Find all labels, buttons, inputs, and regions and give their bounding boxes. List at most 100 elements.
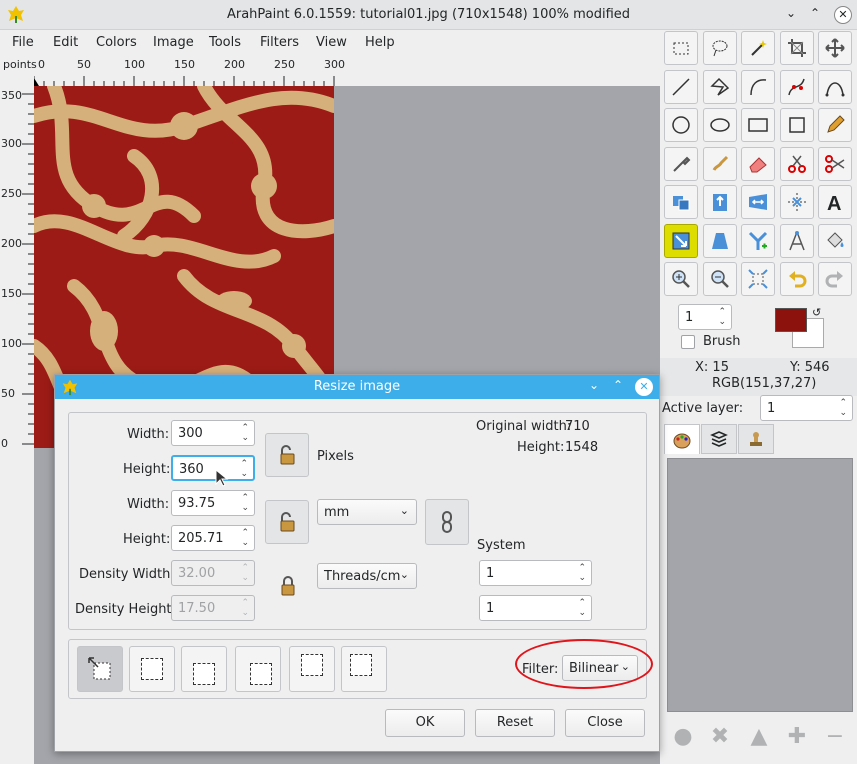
tool-redo-button[interactable] bbox=[818, 262, 852, 296]
dialog-close-icon[interactable]: ✕ bbox=[635, 378, 653, 396]
swap-colors-icon[interactable]: ↺ bbox=[812, 306, 821, 319]
layers-list[interactable] bbox=[667, 458, 853, 712]
anchor-top-button[interactable] bbox=[289, 646, 335, 692]
tab-stamp[interactable] bbox=[738, 424, 774, 454]
dialog-minimize-icon[interactable]: ⌄ bbox=[589, 378, 599, 392]
tool-path-button[interactable] bbox=[818, 69, 852, 104]
anchor-stretch-button[interactable] bbox=[77, 646, 123, 692]
maximize-icon[interactable]: ⌃ bbox=[810, 6, 820, 20]
ruler-tick: 250 bbox=[274, 58, 295, 71]
spinner-arrows-icon[interactable]: ⌃ ⌄ bbox=[241, 493, 249, 513]
pixel-height-input[interactable]: 360 ⌃ ⌄ bbox=[171, 455, 255, 481]
brush-label: Brush bbox=[703, 334, 741, 349]
density-unit-select[interactable]: Threads/cm ⌄ bbox=[317, 563, 417, 589]
lasso-icon bbox=[712, 40, 727, 57]
tool-ellipse-button[interactable] bbox=[664, 108, 698, 142]
menu-filters[interactable]: Filters bbox=[260, 35, 299, 50]
tab-palette[interactable] bbox=[664, 424, 700, 454]
tool-move-button[interactable] bbox=[818, 31, 852, 65]
close-icon[interactable]: ✕ bbox=[834, 6, 852, 24]
spinner-arrows-icon[interactable]: ⌃ ⌄ bbox=[240, 459, 248, 479]
spinner-arrows-icon[interactable]: ⌃ ⌄ bbox=[718, 307, 726, 327]
menu-tools[interactable]: Tools bbox=[209, 35, 241, 50]
stamp-icon bbox=[750, 432, 762, 446]
pixel-lock-button[interactable] bbox=[265, 433, 309, 477]
menu-help[interactable]: Help bbox=[365, 35, 395, 50]
tool-scissors-button[interactable] bbox=[818, 146, 852, 181]
tool-magic-wand-button[interactable] bbox=[741, 31, 775, 65]
left-ruler-ticks bbox=[22, 93, 34, 445]
tool-lasso-button[interactable] bbox=[702, 31, 737, 65]
menu-file[interactable]: File bbox=[12, 35, 34, 50]
tool-rectangle-button[interactable] bbox=[741, 108, 775, 142]
spinner-arrows-icon[interactable]: ⌃ ⌄ bbox=[241, 528, 249, 548]
tool-polygon-button[interactable] bbox=[702, 69, 737, 104]
tool-eraser-button[interactable] bbox=[741, 146, 775, 181]
tool-text-button[interactable]: A bbox=[818, 185, 852, 219]
tool-resize-button[interactable] bbox=[664, 223, 698, 258]
menu-colors[interactable]: Colors bbox=[96, 35, 137, 50]
brush-checkbox[interactable] bbox=[681, 335, 695, 349]
menu-view[interactable]: View bbox=[316, 35, 347, 50]
active-layer-spinner[interactable]: 1 ⌃ ⌄ bbox=[760, 395, 853, 421]
tool-fit-button[interactable] bbox=[741, 262, 775, 296]
anchor-bottom-right-button[interactable] bbox=[235, 646, 281, 692]
tool-transform-button[interactable] bbox=[779, 185, 814, 219]
spinner-arrows-icon[interactable]: ⌃ ⌄ bbox=[578, 598, 586, 618]
tool-pencil-button[interactable] bbox=[818, 108, 852, 142]
mm-width-label: Width: bbox=[127, 497, 170, 512]
menu-image[interactable]: Image bbox=[153, 35, 194, 50]
tool-crop-button[interactable] bbox=[779, 31, 814, 65]
ok-button[interactable]: OK bbox=[385, 709, 465, 737]
reset-button[interactable]: Reset bbox=[475, 709, 555, 737]
top-ruler: points 0 50 100 150 200 250 300 bbox=[0, 56, 660, 86]
tool-cut-button[interactable] bbox=[779, 146, 814, 181]
tool-curve-button[interactable] bbox=[741, 69, 775, 104]
anchor-center-icon bbox=[141, 658, 163, 680]
mm-width-value: 93.75 bbox=[178, 496, 216, 511]
tool-undo-button[interactable] bbox=[779, 262, 814, 296]
tool-brush-button[interactable] bbox=[702, 146, 737, 181]
spinner-arrows-icon[interactable]: ⌃ ⌄ bbox=[839, 398, 847, 418]
aspect-chain-button[interactable] bbox=[425, 499, 469, 545]
menubar: File Edit Colors Image Tools Filters Vie… bbox=[0, 30, 660, 56]
unit-select[interactable]: mm ⌄ bbox=[317, 499, 417, 525]
foreground-color-swatch[interactable] bbox=[775, 308, 807, 332]
tool-flip-button[interactable] bbox=[664, 185, 698, 219]
brush-size-spinner[interactable]: 1 ⌃ ⌄ bbox=[678, 304, 732, 330]
close-button[interactable]: Close bbox=[565, 709, 645, 737]
tool-line-button[interactable] bbox=[664, 69, 698, 104]
pixel-width-input[interactable]: 300 ⌃ ⌄ bbox=[171, 420, 255, 446]
anchor-top-left-button[interactable] bbox=[341, 646, 387, 692]
size-lock-button[interactable] bbox=[265, 500, 309, 544]
mm-width-input[interactable]: 93.75 ⌃ ⌄ bbox=[171, 490, 255, 516]
tool-fill-button[interactable] bbox=[818, 223, 852, 258]
tool-zoom-in-button[interactable] bbox=[664, 262, 698, 296]
system-input-2[interactable]: 1 ⌃ ⌄ bbox=[479, 595, 592, 621]
system-label: System bbox=[477, 538, 526, 553]
anchor-bottom-left-button[interactable] bbox=[181, 646, 227, 692]
redo-icon bbox=[825, 271, 843, 288]
minimize-icon[interactable]: ⌄ bbox=[786, 6, 796, 20]
tool-stretch-horizontal-button[interactable] bbox=[741, 185, 775, 219]
tool-eyedropper-button[interactable] bbox=[664, 146, 698, 181]
tool-oval-button[interactable] bbox=[702, 108, 737, 142]
spinner-arrows-icon[interactable]: ⌃ ⌄ bbox=[578, 563, 586, 583]
mm-height-input[interactable]: 205.71 ⌃ ⌄ bbox=[171, 525, 255, 551]
tool-compass-button[interactable] bbox=[779, 223, 814, 258]
tool-perspective-button[interactable] bbox=[702, 223, 737, 258]
dialog-maximize-icon[interactable]: ⌃ bbox=[613, 378, 623, 392]
tool-stretch-up-button[interactable] bbox=[702, 185, 737, 219]
tool-square-button[interactable] bbox=[779, 108, 814, 142]
anchor-center-button[interactable] bbox=[129, 646, 175, 692]
tool-rect-select-button[interactable] bbox=[664, 31, 698, 65]
tool-zoom-out-button[interactable] bbox=[702, 262, 737, 296]
spinner-arrows-icon[interactable]: ⌃ ⌄ bbox=[241, 423, 249, 443]
menu-edit[interactable]: Edit bbox=[53, 35, 78, 50]
system-input-1[interactable]: 1 ⌃ ⌄ bbox=[479, 560, 592, 586]
layer-delete-icon: ✖ bbox=[710, 723, 730, 749]
tab-layers[interactable] bbox=[701, 424, 737, 454]
tool-y-tool-button[interactable] bbox=[741, 223, 775, 258]
layer-add-icon: ✚ bbox=[787, 723, 807, 749]
tool-bezier-button[interactable] bbox=[779, 69, 814, 104]
